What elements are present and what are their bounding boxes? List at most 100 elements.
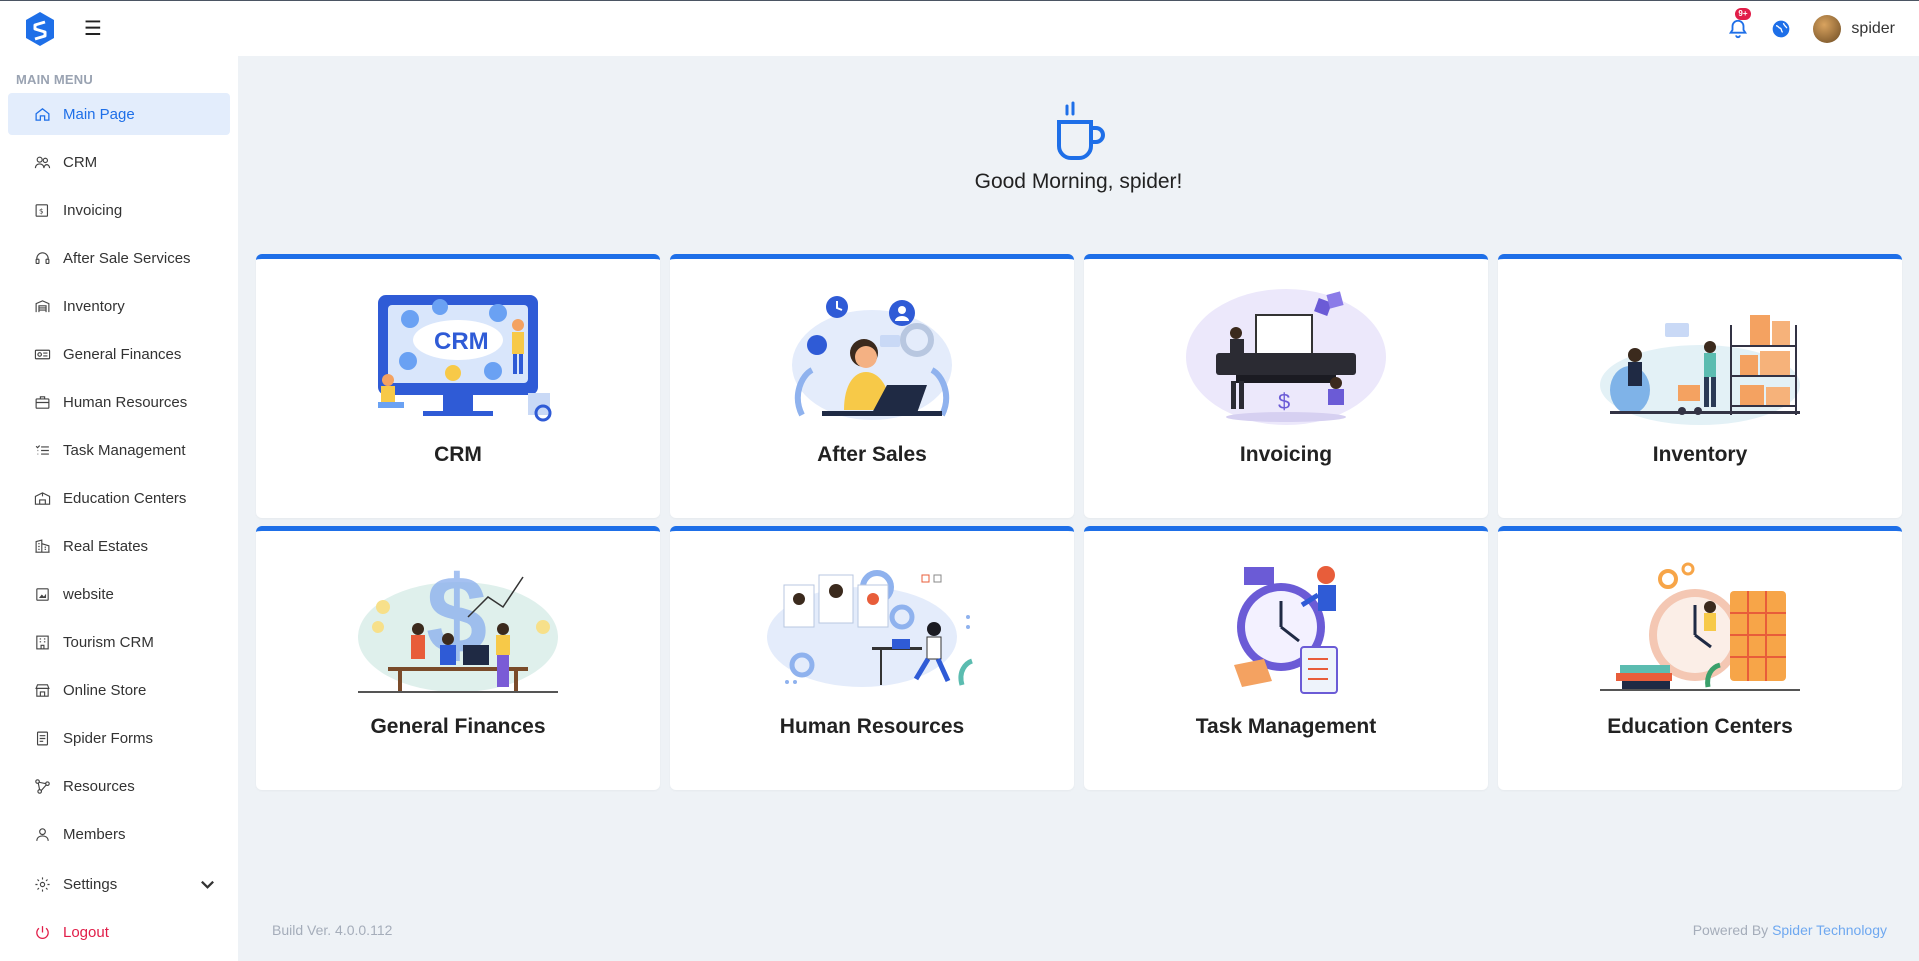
sidebar-title: MAIN MENU — [16, 72, 93, 87]
forms-icon — [36, 731, 49, 745]
sidebar-item-invoicing[interactable]: $ Invoicing — [8, 189, 230, 231]
power-icon — [36, 925, 49, 939]
module-card-general-finances[interactable]: $ General Finances — [256, 526, 660, 790]
sidebar-item-task-management[interactable]: Task Management — [8, 429, 230, 471]
svg-text:$: $ — [1278, 389, 1290, 414]
module-card-title: Education Centers — [1607, 715, 1793, 738]
finances-illustration: $ — [358, 557, 558, 693]
sidebar-item-inventory[interactable]: Inventory — [8, 285, 230, 327]
avatar — [1813, 14, 1842, 43]
bell-icon — [1729, 19, 1748, 38]
powered-by-prefix: Powered By — [1692, 922, 1769, 938]
sidebar-item-main-page[interactable]: Main Page — [8, 93, 230, 135]
main-content: Good Morning, spider! CRM CRM After Sale… — [238, 56, 1919, 961]
module-card-after-sales[interactable]: After Sales — [670, 254, 1074, 518]
top-bar-right: 9+ spider — [1727, 7, 1895, 43]
store-icon — [35, 683, 50, 697]
sidebar-item-members[interactable]: Members — [8, 813, 230, 855]
hotel-icon — [36, 635, 49, 649]
module-card-task-management[interactable]: Task Management — [1084, 526, 1488, 790]
sidebar-item-label: Members — [63, 825, 126, 843]
invoice-icon: $ — [35, 203, 49, 217]
sidebar: MAIN MENU Main Page CRM $ Invoicing Afte… — [0, 56, 238, 961]
sidebar-item-label: Education Centers — [63, 489, 187, 507]
sidebar-item-website[interactable]: website — [8, 573, 230, 615]
sidebar-item-label: Tourism CRM — [63, 633, 154, 651]
sidebar-item-online-store[interactable]: Online Store — [8, 669, 230, 711]
sidebar-item-settings[interactable]: Settings — [8, 863, 230, 905]
headset-icon — [35, 251, 50, 264]
module-card-human-resources[interactable]: Human Resources — [670, 526, 1074, 790]
hr-illustration — [767, 570, 974, 687]
powered-by-link[interactable]: Spider Technology — [1772, 922, 1887, 938]
username: spider — [1851, 19, 1895, 37]
svg-text:CRM: CRM — [434, 328, 489, 355]
briefcase-icon — [35, 395, 50, 409]
sidebar-item-label: Task Management — [63, 441, 186, 459]
build-version: Build Ver. 4.0.0.112 — [272, 922, 393, 938]
menu-toggle-icon[interactable]: ☰ — [84, 19, 102, 39]
svg-text:$: $ — [39, 206, 44, 215]
logo-icon[interactable] — [24, 11, 56, 47]
sidebar-item-label: Inventory — [63, 297, 125, 315]
sidebar-item-education-centers[interactable]: Education Centers — [8, 477, 230, 519]
module-card-title: Task Management — [1195, 715, 1377, 738]
gear-icon — [35, 876, 50, 892]
checklist-icon — [35, 444, 49, 455]
top-bar-left: ☰ — [24, 11, 102, 47]
inventory-illustration — [1600, 315, 1800, 425]
sidebar-item-label: Spider Forms — [63, 729, 154, 747]
sidebar-item-label: Resources — [63, 777, 135, 795]
welcome-section: Good Morning, spider! — [238, 100, 1919, 194]
module-card-crm[interactable]: CRM CRM — [256, 254, 660, 518]
money-icon — [34, 349, 51, 359]
after-sales-illustration — [792, 296, 952, 420]
sidebar-item-general-finances[interactable]: General Finances — [8, 333, 230, 375]
sidebar-item-label: Settings — [63, 875, 118, 893]
sidebar-item-label: Logout — [63, 923, 109, 941]
warehouse-icon — [35, 299, 50, 312]
globe-icon[interactable] — [1771, 19, 1791, 39]
chevron-down-icon — [201, 880, 214, 889]
sidebar-item-label: website — [63, 585, 114, 603]
person-icon — [36, 827, 49, 841]
school-icon — [34, 491, 51, 505]
module-card-education-centers[interactable]: Education Centers — [1498, 526, 1902, 790]
crm-illustration: CRM — [378, 295, 552, 422]
notification-badge: 9+ — [1735, 7, 1751, 20]
sidebar-item-after-sale-services[interactable]: After Sale Services — [8, 237, 230, 279]
coffee-cup-icon — [1056, 101, 1105, 160]
notifications-button[interactable]: 9+ — [1727, 7, 1751, 40]
sidebar-item-crm[interactable]: CRM — [8, 141, 230, 183]
module-card-invoicing[interactable]: $ Invoicing — [1084, 254, 1488, 518]
sidebar-item-spider-forms[interactable]: Spider Forms — [8, 717, 230, 759]
sidebar-item-resources[interactable]: Resources — [8, 765, 230, 807]
user-menu[interactable]: spider — [1813, 14, 1895, 43]
top-bar: ☰ 9+ spider — [0, 0, 1919, 56]
sidebar-item-real-estates[interactable]: Real Estates — [8, 525, 230, 567]
module-card-title: Inventory — [1652, 443, 1748, 466]
home-icon — [35, 107, 50, 121]
sidebar-item-label: Real Estates — [63, 537, 149, 555]
sidebar-item-label: Human Resources — [63, 393, 188, 411]
module-card-inventory[interactable]: Inventory — [1498, 254, 1902, 518]
powered-by: Powered By Spider Technology — [1693, 922, 1887, 938]
sidebar-item-label: After Sale Services — [63, 249, 191, 267]
building-icon — [35, 538, 50, 553]
users-icon — [34, 156, 51, 168]
module-card-title: Human Resources — [779, 715, 965, 738]
sidebar-item-label: Invoicing — [63, 201, 123, 219]
sidebar-item-logout[interactable]: Logout — [8, 911, 230, 953]
module-card-title: General Finances — [370, 715, 546, 738]
invoicing-illustration: $ — [1186, 289, 1386, 425]
image-icon — [36, 587, 49, 601]
sidebar-item-label: Online Store — [63, 681, 147, 699]
sidebar-item-tourism-crm[interactable]: Tourism CRM — [8, 621, 230, 663]
module-card-title: After Sales — [817, 443, 927, 466]
greeting-text: Good Morning, spider! — [974, 170, 1183, 193]
sidebar-item-human-resources[interactable]: Human Resources — [8, 381, 230, 423]
module-grid: CRM CRM After Sales $ Invoicing Inventor… — [256, 254, 1902, 790]
education-illustration — [1600, 562, 1800, 691]
module-card-title: Invoicing — [1239, 443, 1333, 466]
module-card-title: CRM — [434, 443, 482, 466]
